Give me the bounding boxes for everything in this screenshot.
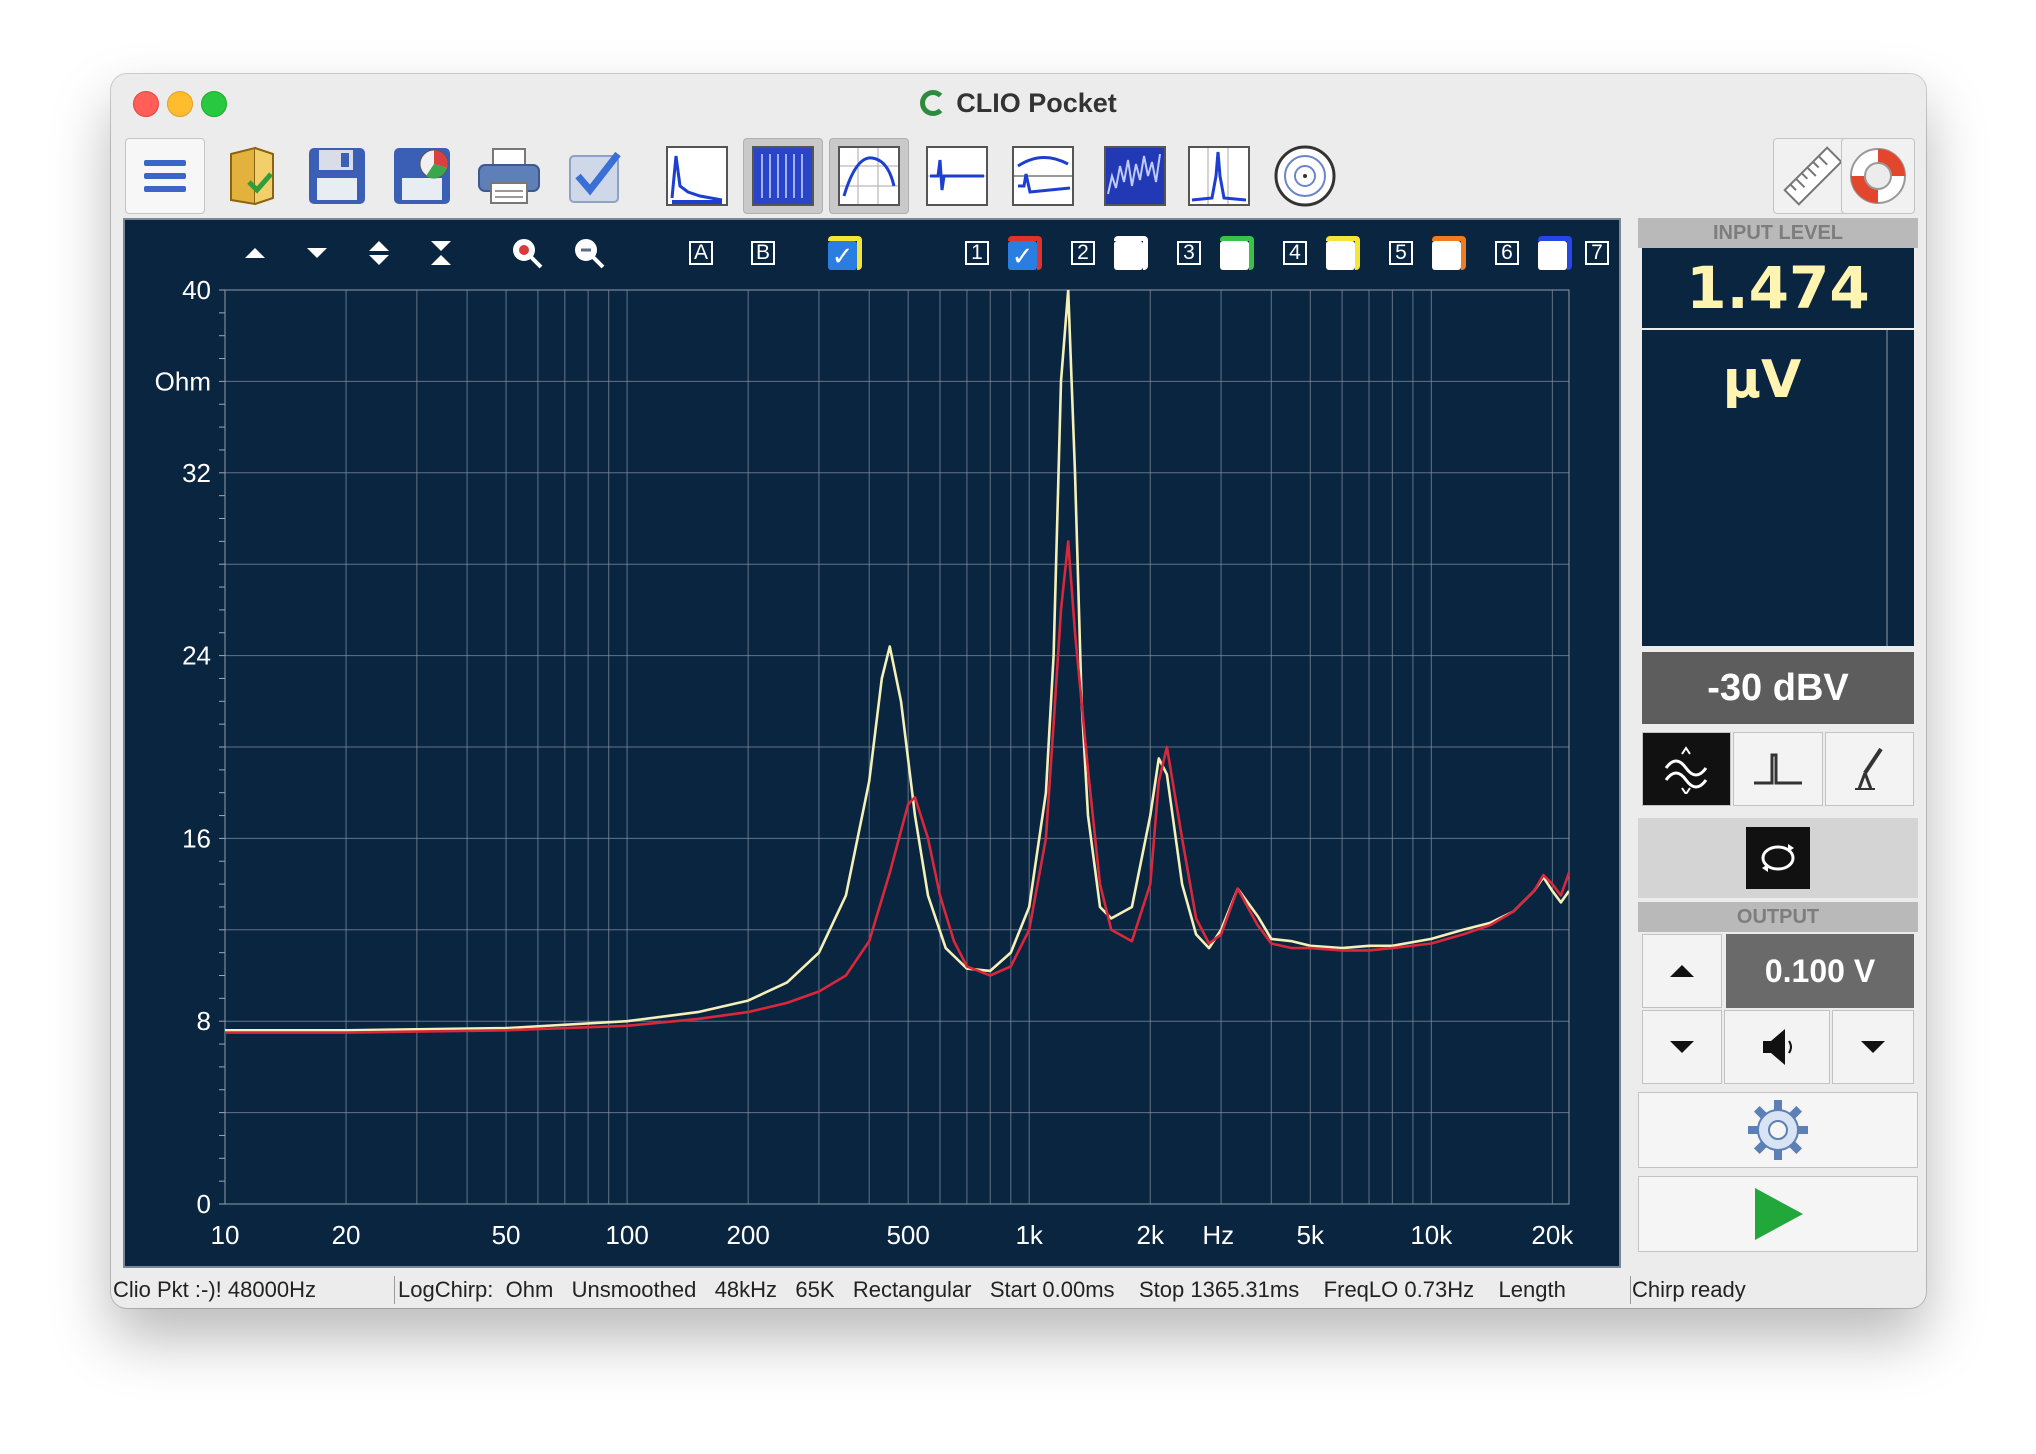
output-mute-button[interactable] [1724, 1010, 1830, 1084]
microphone-icon [1855, 747, 1883, 790]
x-tick-label: 10 [211, 1220, 240, 1250]
window-title: CLIO Pocket [956, 88, 1117, 118]
status-state: Chirp ready [1632, 1277, 1746, 1302]
x-axis-label: Hz [1202, 1220, 1234, 1250]
input-level-header: INPUT LEVEL [1638, 218, 1918, 248]
input-range-button[interactable]: -30 dBV [1642, 652, 1914, 724]
output-row-level: 0.100 V [1642, 934, 1914, 1008]
loop-icon [1761, 844, 1795, 872]
x-tick-label: 20 [332, 1220, 361, 1250]
fft-view-button[interactable] [657, 138, 737, 214]
speaker-icon [1763, 1029, 1792, 1065]
x-tick-label: 500 [886, 1220, 929, 1250]
input-level-meter: µV [1642, 330, 1914, 646]
loop-button[interactable] [1746, 827, 1810, 889]
save-as-button[interactable] [383, 138, 463, 214]
pulse-icon [1753, 753, 1802, 785]
microphone-mode-button[interactable] [1824, 732, 1914, 806]
x-tick-label: 2k [1137, 1220, 1165, 1250]
validate-button[interactable] [557, 138, 637, 214]
clio-logo-icon [920, 90, 947, 116]
impedance-curve-2 [225, 540, 1569, 1034]
polar-target-icon [1274, 145, 1336, 207]
y-tick-label: 32 [182, 458, 211, 488]
x-tick-label: 100 [605, 1220, 648, 1250]
x-tick-label: 10k [1410, 1220, 1453, 1250]
x-tick-label: 20k [1531, 1220, 1574, 1250]
noise-spectrum-icon [1104, 146, 1166, 206]
y-tick-label: 8 [197, 1006, 211, 1036]
level-meter-bar [1886, 330, 1888, 646]
graph-panel: A B ✓ 1 ✓ 2 3 4 5 6 7 0 8 16 24 32 40 Ohm 10 20 5… [123, 218, 1621, 1268]
x-tick-label: 5k [1297, 1220, 1325, 1250]
output-level-up-button[interactable] [1642, 934, 1722, 1008]
frequency-curve-icon [838, 146, 900, 206]
checkbox-icon [569, 151, 621, 203]
lifebuoy-icon [1850, 148, 1906, 204]
main-toolbar [111, 132, 1926, 220]
sonogram-view-button[interactable] [1095, 138, 1175, 214]
printer-icon [478, 148, 540, 204]
open-folder-icon [230, 146, 274, 206]
output-level-down-button[interactable] [1642, 1010, 1722, 1084]
x-tick-label: 1k [1015, 1220, 1043, 1250]
rta-view-button[interactable] [743, 138, 823, 214]
impulse-view-button[interactable] [917, 138, 997, 214]
hamburger-icon [144, 160, 186, 192]
input-mode-row [1642, 732, 1914, 806]
autorange-button[interactable] [1642, 732, 1732, 806]
help-button[interactable] [1841, 138, 1915, 214]
triangle-up-icon [1670, 965, 1694, 977]
title-bar: CLIO Pocket [111, 74, 1926, 132]
triangle-down-icon [1670, 1041, 1694, 1053]
status-separator [394, 1276, 395, 1304]
y-tick-label: 16 [182, 823, 211, 853]
input-level-value: 1.474 [1642, 248, 1914, 328]
floppy-disk-chart-icon [394, 148, 450, 204]
app-window: CLIO Pocket A B ✓ 1 ✓ 2 3 4 5 6 7 0 8 16… [111, 74, 1926, 1308]
menu-button[interactable] [125, 138, 205, 214]
start-measurement-button[interactable] [1638, 1176, 1918, 1252]
y-axis-label: Ohm [155, 366, 211, 396]
impulse-mode-button[interactable] [1733, 732, 1823, 806]
save-button[interactable] [297, 138, 377, 214]
input-level-unit: µV [1722, 350, 1802, 410]
impedance-curve-1 [225, 290, 1569, 1032]
frequency-response-button[interactable] [829, 138, 909, 214]
fft-graph-icon [666, 146, 728, 206]
window-title-area: CLIO Pocket [111, 74, 1926, 132]
status-settings: LogChirp: Ohm Unsmoothed 48kHz 65K Recta… [398, 1277, 1566, 1302]
waterfall-view-button[interactable] [1003, 138, 1083, 214]
play-icon [1755, 1188, 1803, 1240]
peak-view-button[interactable] [1179, 138, 1259, 214]
impulse-icon [926, 146, 988, 206]
output-select-dropdown[interactable] [1832, 1010, 1914, 1084]
chevron-down-icon [1861, 1041, 1885, 1053]
y-tick-label: 40 [182, 275, 211, 305]
floppy-disk-icon [309, 148, 365, 204]
output-row-controls [1642, 1010, 1914, 1084]
status-device: Clio Pkt :-)! 48000Hz [113, 1277, 316, 1302]
impedance-chart[interactable]: 0 8 16 24 32 40 Ohm 10 20 50 100 200 500 1k 2k 5k 10k 20k… [125, 220, 1619, 1266]
autorange-wave-icon [1664, 746, 1707, 794]
ruler-icon [1783, 146, 1843, 206]
y-tick-label: 0 [197, 1189, 211, 1219]
gear-icon [1748, 1100, 1808, 1160]
polar-view-button[interactable] [1265, 138, 1345, 214]
settings-button[interactable] [1638, 1092, 1918, 1168]
y-tick-label: 24 [182, 641, 211, 671]
output-header: OUTPUT [1638, 902, 1918, 932]
resonance-peak-icon [1188, 146, 1250, 206]
output-level-value: 0.100 V [1726, 934, 1914, 1008]
spectrogram-icon [752, 146, 814, 206]
status-separator [1630, 1276, 1631, 1304]
print-button[interactable] [469, 138, 549, 214]
x-tick-label: 50 [492, 1220, 521, 1250]
waterfall-icon [1012, 146, 1074, 206]
open-file-button[interactable] [213, 138, 293, 214]
status-bar: Clio Pkt :-)! 48000Hz LogChirp: Ohm Unsm… [111, 1272, 1926, 1308]
loop-area [1638, 818, 1918, 898]
x-tick-label: 200 [726, 1220, 769, 1250]
